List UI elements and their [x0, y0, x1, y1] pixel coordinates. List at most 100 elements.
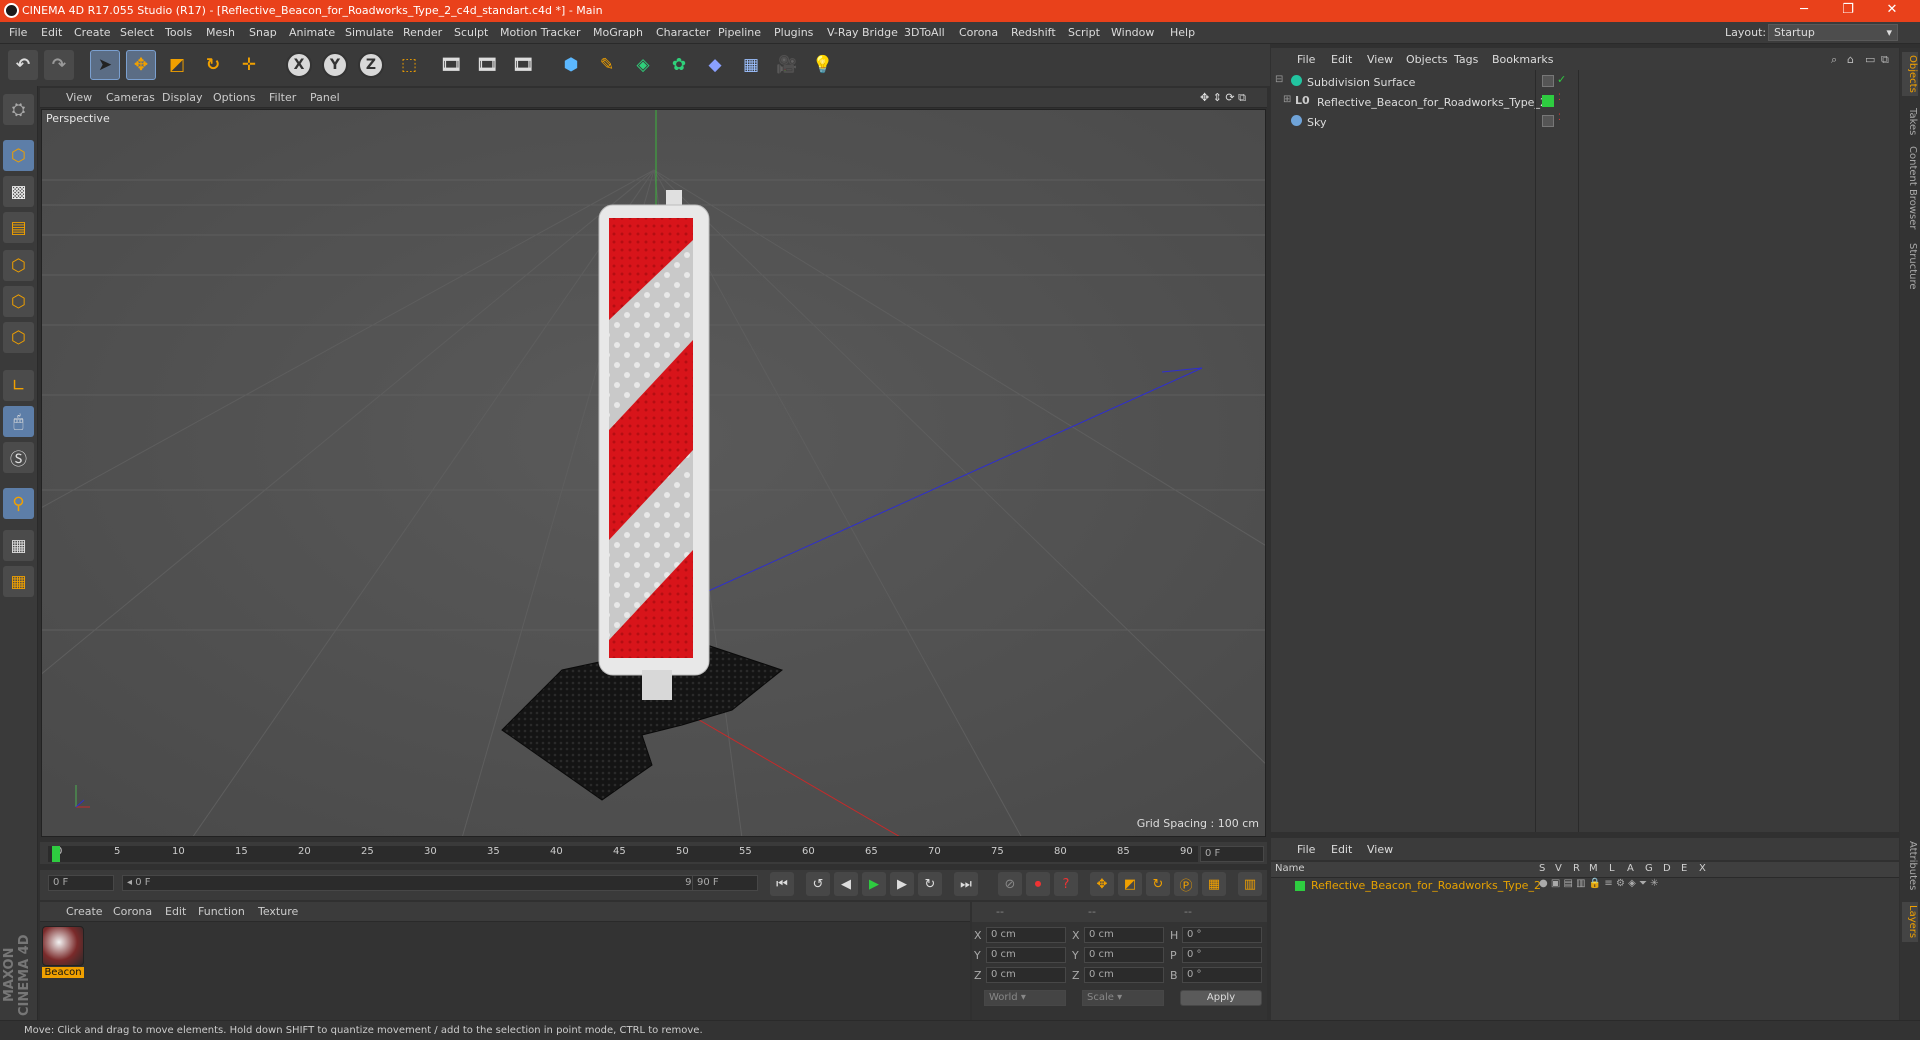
position-key-icon[interactable]: ✥	[1090, 872, 1114, 896]
rot-b-field[interactable]: 0 °	[1182, 967, 1262, 983]
minimize-button[interactable]: ─	[1782, 0, 1826, 22]
edit-render-settings-icon[interactable]: 🎞	[508, 50, 538, 80]
model-mode-icon[interactable]: ⬡	[3, 140, 34, 171]
om-menu-edit[interactable]: Edit	[1331, 53, 1352, 66]
layer-color-tag[interactable]	[1542, 95, 1554, 107]
frame-range-slider[interactable]: ◂ 0 F 90 F ▸	[122, 875, 722, 891]
edges-mode-icon[interactable]: ⬡	[3, 286, 34, 317]
y-axis-icon[interactable]: Y	[322, 52, 348, 78]
om-search-icon[interactable]: ⌕	[1831, 53, 1837, 67]
menu-create[interactable]: Create	[74, 26, 111, 39]
current-frame-field[interactable]: 0 F	[1200, 846, 1264, 862]
pla-key-icon[interactable]: ▦	[1202, 872, 1226, 896]
layer-flag-icons[interactable]: ● ▣ ▤ ▥ 🔒 ≡ ⚙ ◈ ⏷ ✳	[1539, 878, 1659, 889]
visibility-dots-icon[interactable]: ⁚	[1558, 93, 1561, 103]
camera-icon[interactable]: 🎥	[772, 50, 802, 80]
deformer-icon[interactable]: ◆	[700, 50, 730, 80]
lm-menu-file[interactable]: File	[1297, 843, 1315, 856]
live-select-icon[interactable]: ✛	[234, 50, 264, 80]
lm-menu-edit[interactable]: Edit	[1331, 843, 1352, 856]
perspective-viewport[interactable]: Perspective Grid Spacing : 100 cm	[41, 109, 1266, 837]
redo-icon[interactable]: ↷	[44, 50, 74, 80]
render-picture-viewer-icon[interactable]: 🎞	[472, 50, 502, 80]
menu-select[interactable]: Select	[120, 26, 154, 39]
menu-corona[interactable]: Corona	[959, 26, 998, 39]
world-coord-icon[interactable]: ⬚	[394, 50, 424, 80]
menu-plugins[interactable]: Plugins	[774, 26, 813, 39]
expand-toggle-icon[interactable]: ⊞	[1283, 94, 1291, 105]
timeline-window-icon[interactable]: ▥	[1238, 872, 1262, 896]
object-row[interactable]: Sky ⁚	[1271, 113, 1899, 132]
layer-color-swatch[interactable]	[1295, 881, 1305, 891]
cube-icon[interactable]: ⬢	[556, 50, 586, 80]
menu-tools[interactable]: Tools	[165, 26, 192, 39]
om-column-divider[interactable]	[1578, 70, 1579, 832]
om-menu-objects[interactable]: Objects	[1406, 53, 1448, 66]
tab-structure[interactable]: Structure	[1902, 238, 1918, 294]
size-y-field[interactable]: 0 cm	[1084, 947, 1164, 963]
menu-edit[interactable]: Edit	[41, 26, 62, 39]
layout-dropdown[interactable]: Startup ▾	[1768, 24, 1898, 41]
material-swatch[interactable]: Beacon	[42, 926, 84, 978]
go-to-start-icon[interactable]: ⏮	[770, 872, 794, 896]
collapse-toggle-icon[interactable]: ⊟	[1275, 74, 1283, 85]
om-menu-file[interactable]: File	[1297, 53, 1315, 66]
x-axis-icon[interactable]: X	[286, 52, 312, 78]
tab-layers[interactable]: Layers	[1902, 902, 1918, 942]
points-mode-icon[interactable]: ⬡	[3, 250, 34, 281]
move-icon[interactable]: ✥	[126, 50, 156, 80]
previous-key-icon[interactable]: ↺	[806, 872, 830, 896]
om-menu-tags[interactable]: Tags	[1454, 53, 1478, 66]
start-frame-field[interactable]: 0 F	[48, 875, 114, 891]
mat-menu-edit[interactable]: Edit	[165, 905, 186, 918]
menu-3dtoall[interactable]: 3DToAll	[904, 26, 945, 39]
vp-menu-cameras[interactable]: Cameras	[106, 91, 155, 104]
magnet-icon[interactable]: ⚲	[3, 488, 34, 519]
go-to-end-icon[interactable]: ⏭	[954, 872, 978, 896]
parameter-key-icon[interactable]: Ⓟ	[1174, 872, 1198, 896]
menu-mesh[interactable]: Mesh	[206, 26, 235, 39]
polygons-mode-icon[interactable]: ⬡	[3, 322, 34, 353]
rotation-key-icon[interactable]: ↻	[1146, 872, 1170, 896]
tab-takes[interactable]: Takes	[1902, 104, 1918, 140]
next-frame-icon[interactable]: ▶	[890, 872, 914, 896]
menu-mograph[interactable]: MoGraph	[593, 26, 643, 39]
apply-button[interactable]: Apply	[1180, 990, 1262, 1006]
menu-motion-tracker[interactable]: Motion Tracker	[500, 26, 580, 39]
close-button[interactable]: ✕	[1870, 0, 1914, 22]
menu-window[interactable]: Window	[1111, 26, 1154, 39]
mat-menu-function[interactable]: Function	[198, 905, 245, 918]
keyframe-selection-icon[interactable]: ?	[1054, 872, 1078, 896]
menu-character[interactable]: Character	[656, 26, 710, 39]
menu-redshift[interactable]: Redshift	[1011, 26, 1056, 39]
subdivision-icon[interactable]: ◈	[628, 50, 658, 80]
array-icon[interactable]: ✿	[664, 50, 694, 80]
layer-row[interactable]: Reflective_Beacon_for_Roadworks_Type_2 ●…	[1271, 878, 1899, 894]
timeline-ruler[interactable]: 0 5 10 15 20 25 30 35 40 45 50 55 60 65 …	[48, 846, 1198, 862]
tab-objects[interactable]: Objects	[1902, 52, 1918, 96]
snap-icon[interactable]: Ⓢ	[3, 442, 34, 473]
light-icon[interactable]: 💡	[808, 50, 838, 80]
pos-x-field[interactable]: 0 cm	[986, 927, 1066, 943]
object-row[interactable]: ⊟ Subdivision Surface ✓	[1271, 73, 1899, 92]
pos-z-field[interactable]: 0 cm	[986, 967, 1066, 983]
rotate-icon[interactable]: ↻	[198, 50, 228, 80]
next-key-icon[interactable]: ↻	[918, 872, 942, 896]
maximize-button[interactable]: ❐	[1826, 0, 1870, 22]
menu-simulate[interactable]: Simulate	[345, 26, 394, 39]
record-keys-icon[interactable]: ⊘	[998, 872, 1022, 896]
viewport-nav-icons[interactable]: ✥ ⇕ ⟳ ⧉	[1200, 91, 1246, 105]
tweak-mode-icon[interactable]: 🖱	[3, 406, 34, 437]
vp-menu-options[interactable]: Options	[213, 91, 255, 104]
enabled-check-icon[interactable]: ✓	[1557, 73, 1566, 86]
menu-help[interactable]: Help	[1170, 26, 1195, 39]
make-editable-icon[interactable]: ⛭	[3, 94, 34, 125]
om-layout-icon[interactable]: ▭	[1865, 53, 1875, 66]
object-row[interactable]: ⊞ L0 Reflective_Beacon_for_Roadworks_Typ…	[1271, 93, 1899, 112]
select-cursor-icon[interactable]: ➤	[90, 50, 120, 80]
tab-attributes[interactable]: Attributes	[1902, 838, 1918, 894]
render-view-icon[interactable]: 🎞	[436, 50, 466, 80]
scale-key-icon[interactable]: ◩	[1118, 872, 1142, 896]
rot-h-field[interactable]: 0 °	[1182, 927, 1262, 943]
menu-vray-bridge[interactable]: V-Ray Bridge	[827, 26, 898, 39]
